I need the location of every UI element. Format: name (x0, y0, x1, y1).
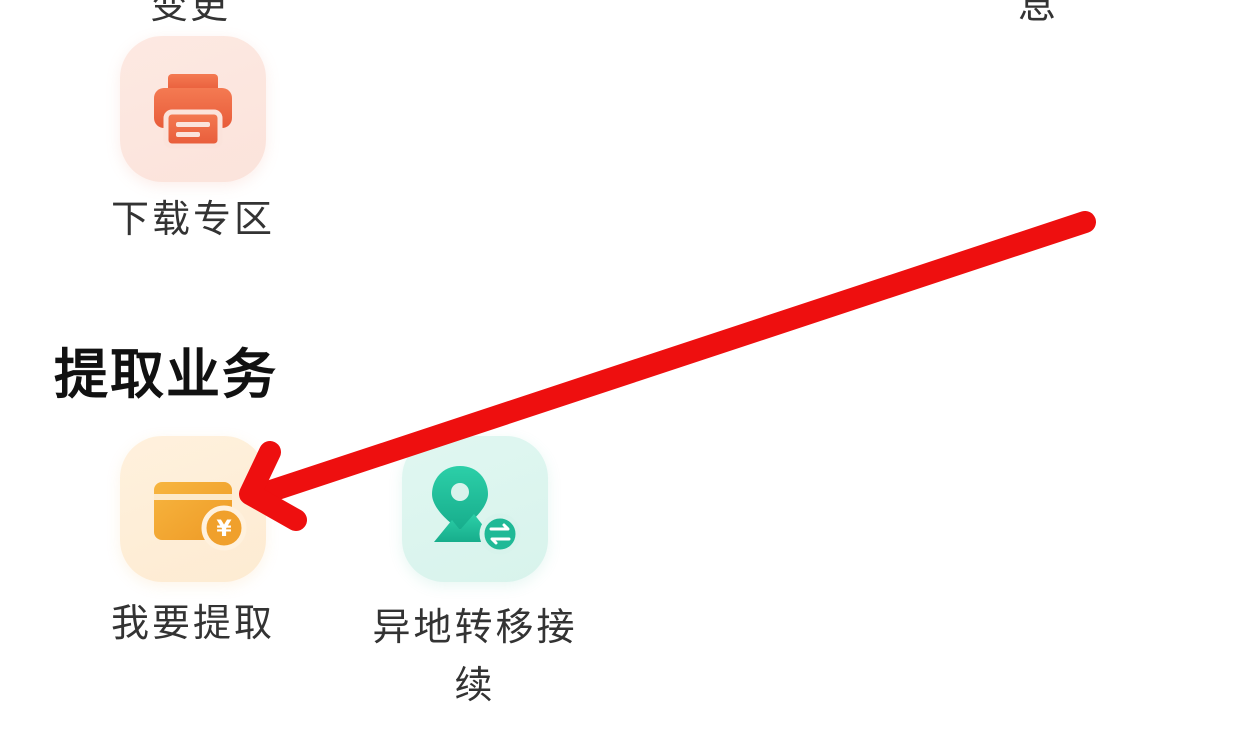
previous-row-label-right: 息 (1018, 0, 1059, 27)
svg-text:¥: ¥ (216, 517, 232, 542)
download-zone-button[interactable] (120, 36, 266, 182)
withdraw-label: 我要提取 (110, 601, 275, 645)
location-transfer-icon (432, 466, 521, 555)
previous-row-label-left: 变更 (150, 0, 231, 27)
cross-region-transfer-button[interactable] (402, 436, 548, 582)
card-yuan-icon: ¥ (154, 482, 247, 551)
printer-icon (154, 74, 232, 149)
section-title-withdraw-business: 提取业务 (54, 343, 278, 406)
cross-region-transfer-label: 异地转移接续 (372, 605, 578, 707)
download-zone-label: 下载专区 (110, 197, 275, 241)
withdraw-button[interactable]: ¥ (120, 436, 266, 582)
